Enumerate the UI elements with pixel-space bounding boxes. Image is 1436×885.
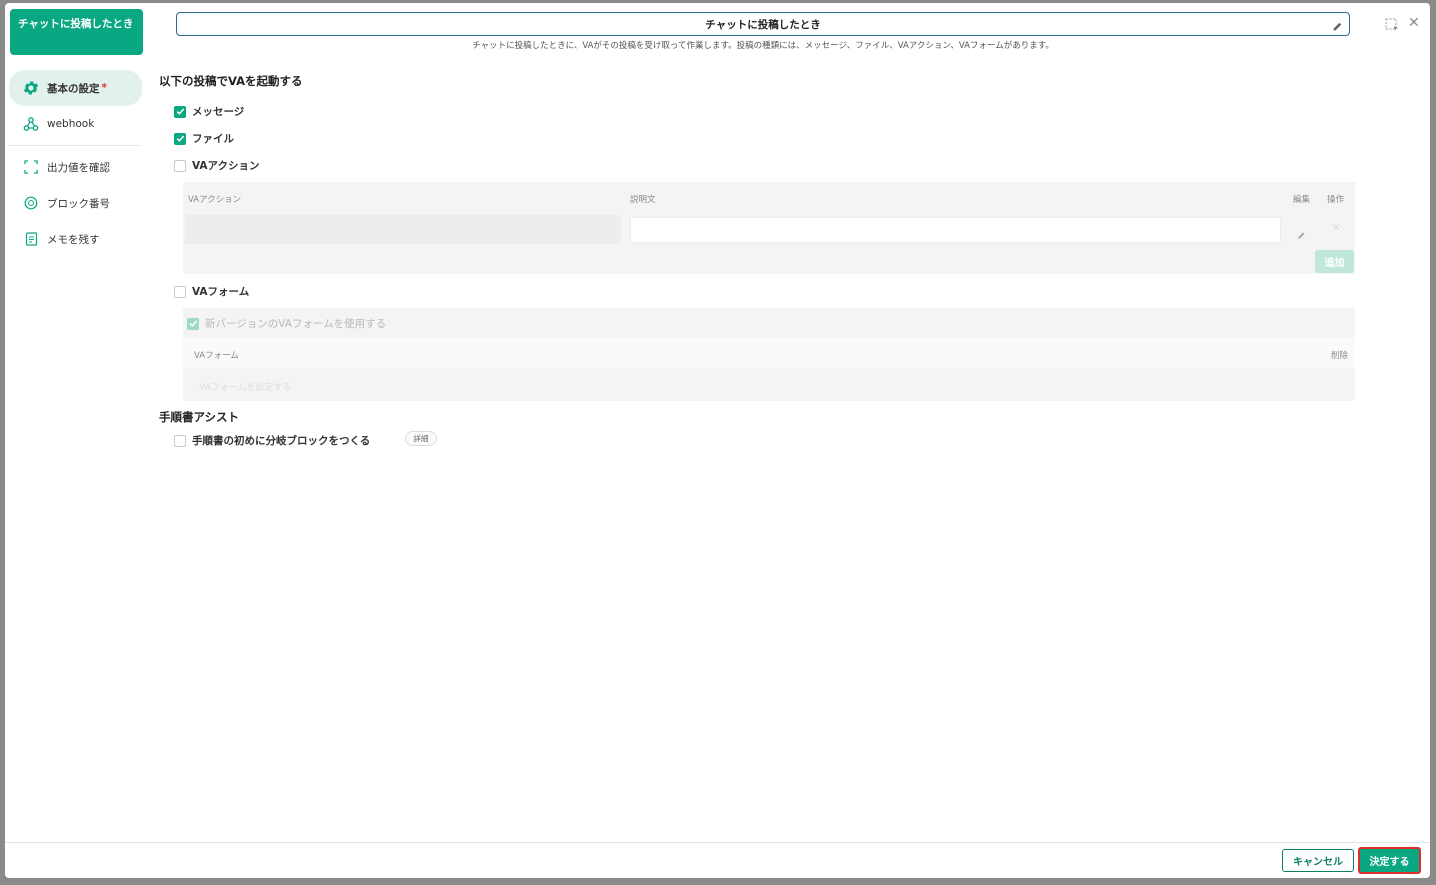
va-form-table-header: VAフォーム 削除 (183, 338, 1355, 368)
sidebar-item-block-number[interactable]: ブロック番号 (9, 185, 142, 221)
file-checkbox[interactable] (174, 132, 186, 145)
sidebar-item-label: 出力値を確認 (47, 161, 110, 174)
col-delete: 削除 (1331, 351, 1349, 361)
pencil-icon[interactable] (1332, 17, 1343, 36)
message-checkbox[interactable] (174, 105, 186, 118)
sidebar-item-basic-settings[interactable]: 基本の設定 * (9, 70, 142, 106)
block-title: チャットに投稿したとき (10, 9, 143, 55)
col-va-form: VAフォーム (194, 351, 239, 361)
settings-modal: チャットに投稿したとき 基本の設定 * webhook 出力値を確認 ブロック番号 (5, 3, 1430, 878)
bracket-icon (19, 160, 43, 174)
sidebar-item-output-check[interactable]: 出力値を確認 (9, 149, 142, 185)
detail-button[interactable]: 詳細 (405, 431, 437, 446)
col-va-action: VAアクション (188, 195, 242, 205)
block-name-input[interactable] (176, 12, 1350, 36)
new-version-option: 新バージョンのVAフォームを使用する (187, 316, 386, 331)
sidebar-item-memo[interactable]: メモを残す (9, 221, 142, 257)
confirm-button[interactable]: 決定する (1358, 847, 1421, 874)
sidebar-item-label: ブロック番号 (47, 197, 110, 210)
sidebar-nav: 基本の設定 * webhook 出力値を確認 ブロック番号 メモを残す (5, 70, 145, 257)
branch-label: 手順書の初めに分岐ブロックをつくる (192, 435, 371, 447)
va-action-option[interactable]: VAアクション (174, 158, 260, 173)
col-operation: 操作 (1327, 195, 1345, 205)
trigger-heading: 以下の投稿でVAを起動する (159, 74, 303, 88)
new-version-checkbox (187, 317, 199, 330)
message-label: メッセージ (192, 106, 245, 118)
delete-icon: × (1332, 222, 1341, 233)
col-edit: 編集 (1293, 195, 1311, 205)
col-description: 説明文 (630, 195, 656, 205)
va-action-label: VAアクション (192, 160, 260, 172)
message-option[interactable]: メッセージ (174, 104, 244, 119)
close-icon[interactable]: ✕ (1408, 16, 1420, 30)
block-description: チャットに投稿したときに、VAがその投稿を受け取って作業します。投稿の種類には、… (472, 41, 1054, 51)
gear-icon (19, 79, 43, 97)
va-action-table: VAアクション 説明文 編集 操作 × (183, 182, 1355, 274)
sidebar-item-webhook[interactable]: webhook (9, 106, 142, 142)
select-area-icon[interactable] (1385, 17, 1399, 36)
cancel-button[interactable]: キャンセル (1282, 849, 1354, 872)
edit-pencil-icon[interactable] (1297, 225, 1306, 244)
va-form-checkbox[interactable] (174, 285, 186, 298)
number-circle-icon (19, 196, 43, 210)
file-label: ファイル (192, 133, 234, 145)
sidebar-item-label: メモを残す (47, 233, 100, 246)
va-action-desc-input[interactable] (630, 217, 1281, 243)
add-va-action-button: 追加 (1315, 250, 1354, 273)
webhook-icon (19, 116, 43, 132)
assist-heading: 手順書アシスト (159, 410, 240, 424)
required-mark: * (101, 82, 108, 94)
sidebar-item-label: 基本の設定 (47, 82, 100, 95)
va-action-name-cell[interactable] (185, 215, 621, 244)
sidebar-item-label: webhook (47, 118, 95, 130)
memo-icon (19, 232, 43, 246)
branch-option[interactable]: 手順書の初めに分岐ブロックをつくる (174, 433, 370, 448)
va-form-panel: 新バージョンのVAフォームを使用する VAフォーム 削除 VAフォームを設定する (183, 308, 1355, 401)
va-action-checkbox[interactable] (174, 159, 186, 172)
va-form-option[interactable]: VAフォーム (174, 284, 249, 299)
footer-divider (5, 842, 1430, 843)
branch-checkbox[interactable] (174, 434, 186, 447)
sidebar-divider (9, 145, 141, 146)
va-form-placeholder: VAフォームを設定する (199, 383, 292, 393)
new-version-label: 新バージョンのVAフォームを使用する (205, 318, 387, 330)
va-form-label: VAフォーム (192, 286, 250, 298)
file-option[interactable]: ファイル (174, 131, 234, 146)
